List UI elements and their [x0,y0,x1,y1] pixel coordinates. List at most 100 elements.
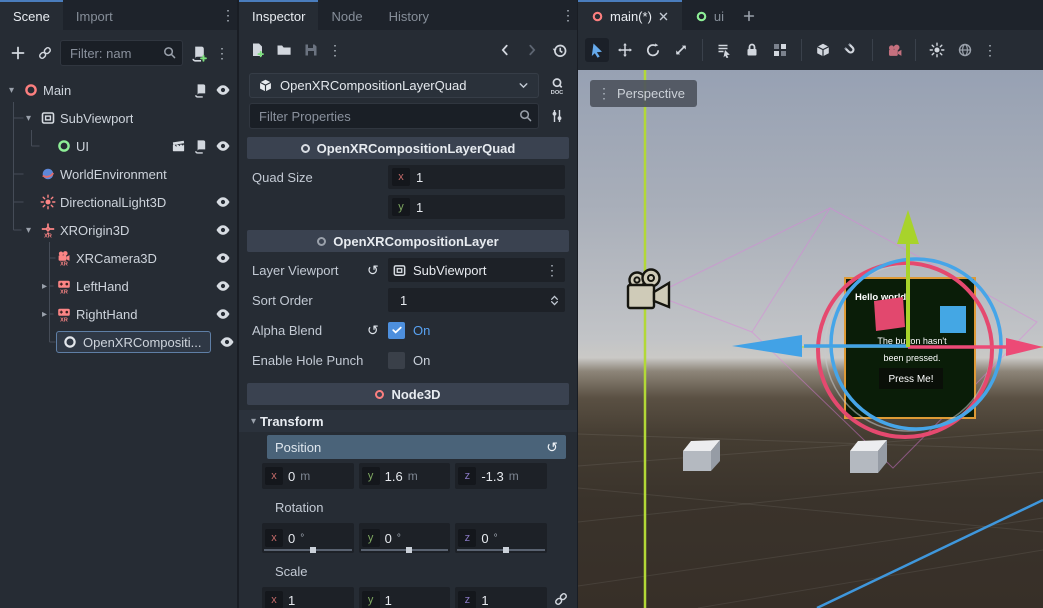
load-resource-button[interactable] [272,38,296,62]
preview-camera-button[interactable] [882,38,906,62]
spinner-updown-icon[interactable] [548,294,561,307]
section-openxrcompositionlayerquad[interactable]: OpenXRCompositionLayerQuad [247,137,569,159]
viewport-menu-icon[interactable]: ⋮ [981,42,999,59]
save-resource-button[interactable] [299,38,323,62]
rotation-z-slider[interactable] [457,549,545,551]
new-scene-tab-button[interactable] [737,4,761,28]
viewport-options-icon[interactable]: ⋮ [543,262,561,279]
sun-settings-button[interactable] [925,38,949,62]
scene-tab-menu-icon[interactable]: ⋮ [219,0,237,30]
resource-menu-icon[interactable]: ⋮ [326,42,344,59]
collapse-icon[interactable]: ▾ [21,225,36,236]
script-icon[interactable] [193,139,208,154]
hole-punch-checkbox[interactable] [388,352,405,369]
scale-y-field[interactable]: y 1 [359,587,451,608]
position-property-header[interactable]: Position ↺ [267,435,566,459]
scale-x-field[interactable]: x 1 [262,587,354,608]
script-icon[interactable] [193,83,208,98]
position-z-field[interactable]: z -1.3 m [455,463,547,489]
position-y-field[interactable]: y 1.6 m [359,463,451,489]
revert-icon[interactable]: ↺ [367,322,388,339]
alpha-blend-checkbox[interactable] [388,322,405,339]
list-select-button[interactable] [712,38,736,62]
history-back-button[interactable] [493,38,517,62]
white-cube-1[interactable] [683,440,720,471]
revert-icon[interactable]: ↺ [367,262,388,279]
snap-toggle-button[interactable] [839,38,863,62]
revert-icon[interactable]: ↺ [546,439,558,456]
transform-group-header[interactable]: ▾ Transform [239,410,577,432]
tree-row-xrorigin3d[interactable]: ▾ XR XROrigin3D [0,216,237,244]
scale-tool-button[interactable] [669,38,693,62]
scene-tab-ui[interactable]: ui [682,0,737,30]
history-forward-button[interactable] [520,38,544,62]
visibility-eye-icon[interactable] [215,138,231,154]
visibility-eye-icon[interactable] [215,250,231,266]
section-openxrcompositionlayer[interactable]: OpenXRCompositionLayer [247,230,569,252]
tree-row-ui[interactable]: UI [0,132,237,160]
movie-clapper-icon[interactable] [171,139,186,154]
tree-row-openxrcomposition[interactable]: OpenXRCompositi... [0,328,237,356]
quad-size-y-field[interactable]: y 1 [388,195,565,219]
visibility-eye-icon[interactable] [219,334,235,350]
tree-row-worldenvironment[interactable]: WorldEnvironment [0,160,237,188]
white-cube-2[interactable] [850,440,887,473]
tab-node[interactable]: Node [318,0,375,30]
sort-order-field[interactable]: 1 [388,288,565,312]
tab-import[interactable]: Import [63,0,126,30]
environment-settings-button[interactable] [953,38,977,62]
property-tools-button[interactable] [545,104,569,128]
new-resource-button[interactable] [245,38,269,62]
tab-history[interactable]: History [376,0,442,30]
tree-row-xrcamera3d[interactable]: XR XRCamera3D [0,244,237,272]
perspective-menu[interactable]: ⋮ Perspective [590,80,697,107]
add-node-button[interactable] [6,41,30,65]
move-tool-button[interactable] [613,38,637,62]
rotation-x-slider[interactable] [264,549,352,551]
close-icon[interactable] [658,11,669,22]
tab-scene[interactable]: Scene [0,0,63,30]
visibility-eye-icon[interactable] [215,222,231,238]
visibility-eye-icon[interactable] [215,82,231,98]
camera-gizmo[interactable] [628,270,669,309]
scene-toolbar-menu-icon[interactable]: ⋮ [213,45,231,62]
scale-z-field[interactable]: z 1 [455,587,547,608]
tree-row-main[interactable]: ▾ Main [0,76,237,104]
viewport-3d[interactable]: Hello world! The button hasn't been pres… [578,70,1043,608]
rotation-x-field[interactable]: x 0 ° [262,523,354,553]
visibility-eye-icon[interactable] [215,306,231,322]
tab-inspector[interactable]: Inspector [239,0,318,30]
group-selected-button[interactable] [768,38,792,62]
collapse-icon[interactable]: ▾ [21,113,36,124]
tree-row-righthand[interactable]: ▸ XR RightHand [0,300,237,328]
open-docs-button[interactable]: DOC [545,74,569,98]
select-tool-button[interactable] [585,38,609,62]
rotate-tool-button[interactable] [641,38,665,62]
rotation-y-slider[interactable] [361,549,449,551]
tree-row-subviewport[interactable]: ▾ SubViewport [0,104,237,132]
expand-icon[interactable]: ▸ [37,309,52,320]
attach-script-button[interactable] [186,41,210,65]
property-filter-input[interactable] [249,103,539,129]
visibility-eye-icon[interactable] [215,278,231,294]
history-list-button[interactable] [547,38,571,62]
inspector-tab-menu-icon[interactable]: ⋮ [559,0,577,30]
quad-size-x-field[interactable]: x 1 [388,165,565,189]
tree-row-directionallight3d[interactable]: DirectionalLight3D [0,188,237,216]
scene-tab-main[interactable]: main(*) [578,0,682,30]
node-type-selector[interactable]: OpenXRCompositionLayerQuad [249,73,539,98]
lock-selected-button[interactable] [740,38,764,62]
rotation-z-field[interactable]: z 0 ° [455,523,547,553]
selected-node-box[interactable]: OpenXRCompositi... [56,331,211,353]
section-node3d[interactable]: Node3D [247,383,569,405]
tree-row-lefthand[interactable]: ▸ XR LeftHand [0,272,237,300]
local-space-button[interactable] [811,38,835,62]
visibility-eye-icon[interactable] [215,194,231,210]
position-x-field[interactable]: x 0 m [262,463,354,489]
collapse-icon[interactable]: ▾ [4,85,19,96]
expand-icon[interactable]: ▸ [37,281,52,292]
scale-link-button[interactable] [553,591,569,608]
instance-scene-button[interactable] [33,41,57,65]
layer-viewport-field[interactable]: SubViewport ⋮ [388,258,565,282]
rotation-y-field[interactable]: y 0 ° [359,523,451,553]
